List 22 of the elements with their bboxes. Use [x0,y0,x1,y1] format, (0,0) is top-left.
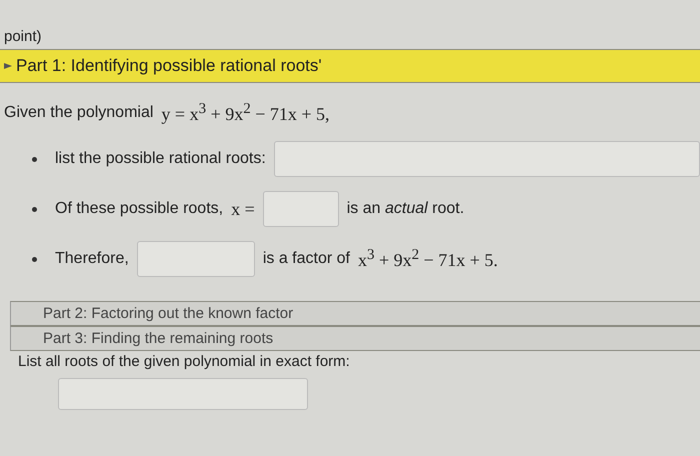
question-text: Of these possible roots, [55,200,224,218]
formula: x = [231,198,255,220]
formula: x$^{3}$ + 9x$^{2}$ − 71x + 5. [358,247,498,271]
bullet-icon [32,206,37,212]
formula: y = x$^{3}$ + 9x$^{2}$ − 71x + 5, [161,101,330,125]
answer-field[interactable] [58,378,308,410]
part-header[interactable]: Part 2: Factoring out the known factor [10,301,700,326]
triangle-icon [4,62,12,70]
part-header[interactable]: Part 1: Identifying possible rational roots' [0,49,700,83]
bullet-icon [32,256,37,262]
question-text: List all roots of the given polynomial in exact form: [18,353,350,370]
answer-field[interactable] [136,241,255,277]
question-text: Therefore, [55,250,129,268]
points-label: point) [3,27,43,47]
question-text: list the possible rational roots: [55,150,266,168]
answer-field[interactable] [274,141,700,177]
question-text: is an actual root. [346,200,464,218]
answer-field[interactable] [262,191,339,227]
question-text: is a factor of [262,250,350,268]
part-header[interactable]: Part 3: Finding the remaining roots [10,326,700,351]
bullet-icon [32,156,37,162]
question-text: Given the polynomial [4,104,154,122]
